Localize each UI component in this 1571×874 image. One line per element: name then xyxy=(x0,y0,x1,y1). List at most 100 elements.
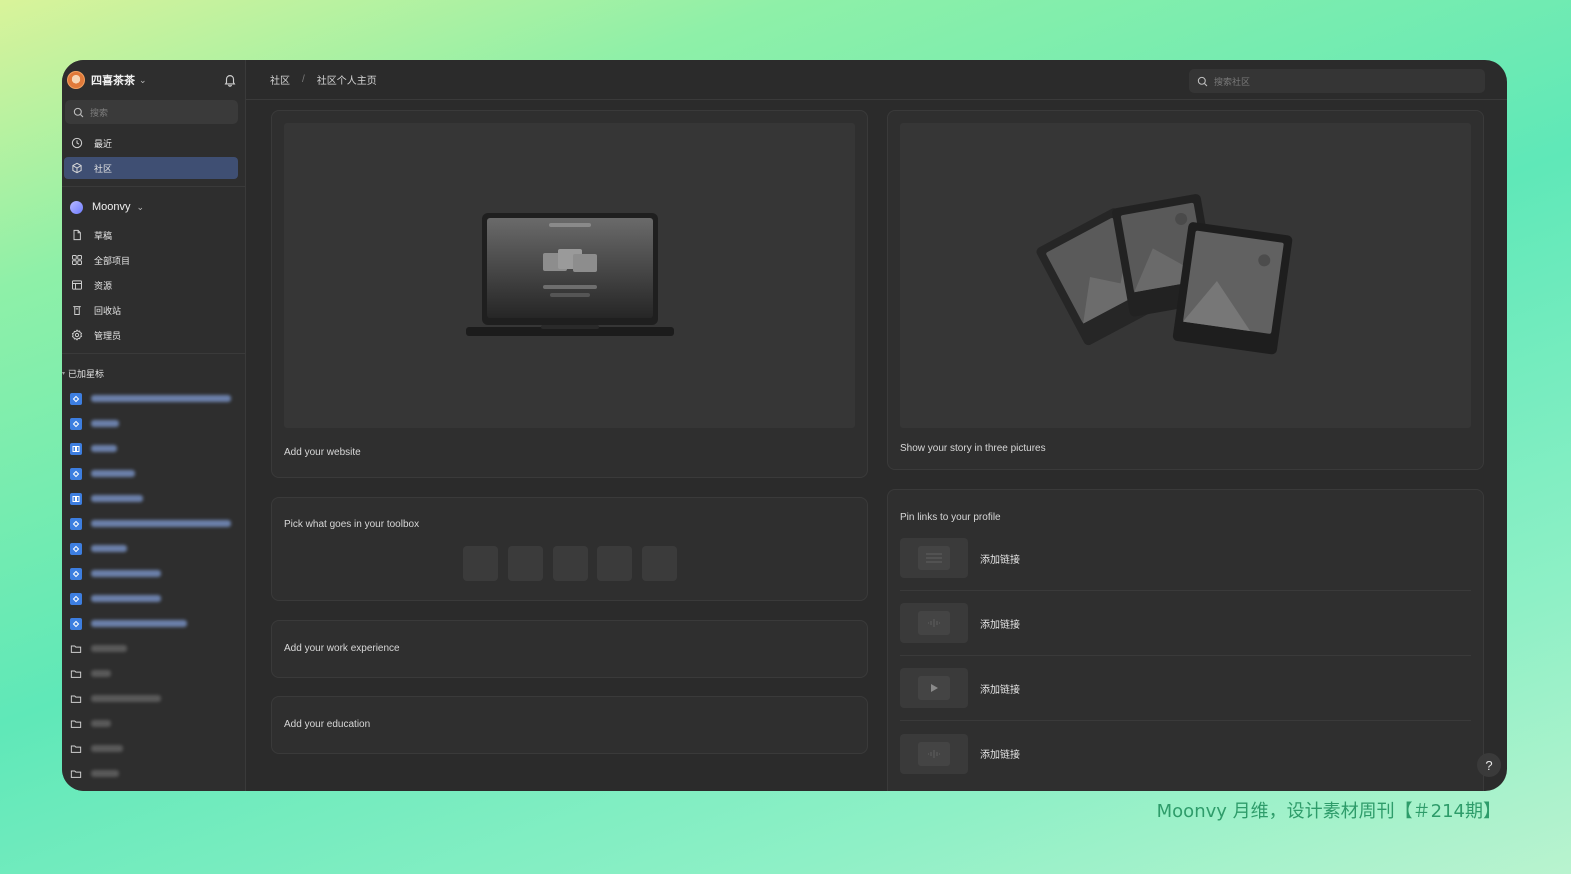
story-illustration xyxy=(900,123,1471,428)
add-link-row[interactable]: 添加链接 xyxy=(900,591,1471,656)
design-file-icon xyxy=(70,617,82,630)
starred-item[interactable] xyxy=(62,511,245,536)
toolbox-slot[interactable] xyxy=(642,546,677,581)
sidebar-item-label: 管理员 xyxy=(94,330,122,341)
folder-icon xyxy=(70,643,82,655)
divider xyxy=(62,353,245,354)
add-link-label[interactable]: 添加链接 xyxy=(980,616,1020,631)
starred-item[interactable] xyxy=(62,611,245,636)
starred-item[interactable] xyxy=(62,736,245,761)
starred-item[interactable] xyxy=(62,761,245,786)
workspace-name[interactable]: 四喜茶茶 xyxy=(91,72,135,88)
breadcrumb-separator: / xyxy=(302,74,305,85)
link-thumbnail xyxy=(900,538,968,578)
starred-item[interactable] xyxy=(62,636,245,661)
starred-item[interactable] xyxy=(62,436,245,461)
team-name: Moonvy xyxy=(92,201,131,213)
website-card[interactable]: Add your website xyxy=(271,110,868,478)
starred-item[interactable] xyxy=(62,411,245,436)
toolbox-slot[interactable] xyxy=(553,546,588,581)
redacted-file-name xyxy=(91,620,187,627)
redacted-file-name xyxy=(91,770,119,777)
starred-item[interactable] xyxy=(62,586,245,611)
folder-icon xyxy=(70,693,82,705)
search-icon xyxy=(1197,76,1208,86)
redacted-file-name xyxy=(91,570,161,577)
sidebar-item-all-projects[interactable]: 全部项目 xyxy=(64,249,238,271)
sidebar-item-admin[interactable]: 管理员 xyxy=(64,324,238,346)
bell-icon[interactable] xyxy=(223,73,237,87)
link-thumbnail xyxy=(900,733,968,774)
audio-wave-icon xyxy=(918,741,950,766)
add-link-row[interactable]: 添加链接 xyxy=(900,526,1471,591)
toolbox-slot[interactable] xyxy=(597,546,632,581)
add-link-row[interactable]: 添加链接 xyxy=(900,721,1471,786)
toolbox-slot[interactable] xyxy=(508,546,543,581)
sidebar-item-label: 资源 xyxy=(94,280,113,291)
story-card[interactable]: Show your story in three pictures xyxy=(887,110,1484,470)
folder-icon xyxy=(70,768,82,780)
redacted-file-name xyxy=(91,545,127,552)
redacted-file-name xyxy=(91,395,231,402)
work-experience-card[interactable]: Add your work experience xyxy=(271,620,868,678)
sidebar-search-placeholder: 搜索 xyxy=(90,107,109,118)
starred-item[interactable] xyxy=(62,711,245,736)
document-icon xyxy=(918,546,950,570)
team-switcher[interactable]: Moonvy ⌄ xyxy=(62,194,245,220)
book-icon xyxy=(70,492,82,505)
sidebar-item-trash[interactable]: 回收站 xyxy=(64,299,238,321)
audio-wave-icon xyxy=(918,611,950,635)
toolbox-slot[interactable] xyxy=(463,546,498,581)
toolbox-card[interactable]: Pick what goes in your toolbox xyxy=(271,497,868,601)
design-file-icon xyxy=(70,542,82,555)
trash-icon xyxy=(70,303,84,317)
add-link-row[interactable]: 添加链接 xyxy=(900,656,1471,721)
add-link-label[interactable]: 添加链接 xyxy=(980,681,1020,696)
sidebar-item-drafts[interactable]: 草稿 xyxy=(64,224,238,246)
redacted-file-name xyxy=(91,645,127,652)
add-link-label[interactable]: 添加链接 xyxy=(980,551,1020,566)
help-button[interactable]: ? xyxy=(1477,753,1501,777)
gear-icon xyxy=(70,328,84,342)
education-label: Add your education xyxy=(284,719,371,730)
pin-links-card: Pin links to your profile 添加链接 添加链接 添加链接 xyxy=(887,489,1484,791)
website-card-label: Add your website xyxy=(284,447,361,458)
sidebar-item-label: 社区 xyxy=(94,163,113,174)
breadcrumb-current: 社区个人主页 xyxy=(316,76,377,87)
starred-item[interactable] xyxy=(62,561,245,586)
starred-item[interactable] xyxy=(62,661,245,686)
app-window: 四喜茶茶 ⌄ 搜索 最近 社区 Moonvy ⌄ 草稿 全部项目 资源 回收站 … xyxy=(62,60,1507,791)
avatar[interactable] xyxy=(67,71,85,89)
redacted-file-name xyxy=(91,670,111,677)
laptop-illustration-icon xyxy=(466,213,674,336)
starred-item[interactable] xyxy=(62,486,245,511)
chevron-down-icon: ⌄ xyxy=(136,201,145,212)
sidebar-item-recent[interactable]: 最近 xyxy=(64,132,238,154)
starred-item[interactable] xyxy=(62,461,245,486)
starred-item[interactable] xyxy=(62,536,245,561)
sidebar: 四喜茶茶 ⌄ 搜索 最近 社区 Moonvy ⌄ 草稿 全部项目 资源 回收站 … xyxy=(62,60,246,791)
breadcrumb-root-link[interactable]: 社区 xyxy=(270,72,290,87)
starred-section-toggle[interactable]: ▾ 已加星标 xyxy=(62,362,245,384)
sidebar-item-label: 最近 xyxy=(94,138,113,149)
starred-item[interactable] xyxy=(62,686,245,711)
redacted-file-name xyxy=(91,445,117,452)
link-thumbnail xyxy=(900,668,968,708)
folder-icon xyxy=(70,718,82,730)
clock-icon xyxy=(70,136,84,150)
design-file-icon xyxy=(70,467,82,480)
community-search-input[interactable]: 搜索社区 xyxy=(1189,69,1485,93)
education-card[interactable]: Add your education xyxy=(271,696,868,754)
redacted-file-name xyxy=(91,720,111,727)
sidebar-item-resources[interactable]: 资源 xyxy=(64,274,238,296)
starred-item[interactable] xyxy=(62,386,245,411)
redacted-file-name xyxy=(91,420,119,427)
add-link-label[interactable]: 添加链接 xyxy=(980,746,1020,761)
play-icon xyxy=(918,676,950,700)
chevron-down-icon[interactable]: ⌄ xyxy=(139,75,147,86)
sidebar-item-community[interactable]: 社区 xyxy=(64,157,238,179)
redacted-file-name xyxy=(91,520,231,527)
design-file-icon xyxy=(70,567,82,580)
story-card-label: Show your story in three pictures xyxy=(900,443,1046,454)
sidebar-search[interactable]: 搜索 xyxy=(65,100,238,124)
